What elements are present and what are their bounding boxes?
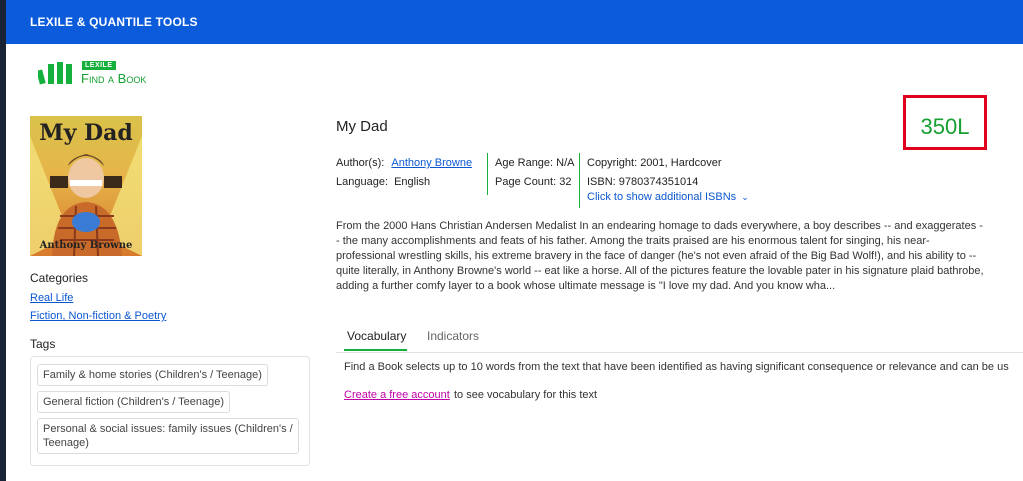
vocabulary-intro: Find a Book selects up to 10 words from … xyxy=(344,361,1009,373)
cover-author-text: Anthony Browne xyxy=(39,240,133,251)
tab-vocabulary[interactable]: Vocabulary xyxy=(347,329,406,343)
language-label: Language: xyxy=(336,176,388,188)
book-title: My Dad xyxy=(336,118,388,135)
isbn: ISBN: 9780374351014 xyxy=(587,176,699,188)
vocabulary-account-note: to see vocabulary for this text xyxy=(454,389,598,401)
show-additional-isbns-link[interactable]: Click to show additional ISBNs ⌄ xyxy=(587,191,749,203)
cover-title-text: My Dad xyxy=(39,120,133,146)
tags-heading: Tags xyxy=(30,337,56,351)
tags-panel: Family & home stories (Children's / Teen… xyxy=(30,356,310,466)
chevron-down-icon: ⌄ xyxy=(741,192,749,202)
tag-chip[interactable]: Family & home stories (Children's / Teen… xyxy=(37,364,268,386)
lexile-measure: 350L xyxy=(920,114,970,139)
age-range: Age Range: N/A xyxy=(495,157,575,169)
lexile-measure-box: 350L xyxy=(903,95,987,150)
copyright: Copyright: 2001, Hardcover xyxy=(587,157,722,169)
logo-find-a-book-label: Find a Book xyxy=(81,71,147,86)
top-header-bar: LEXILE & QUANTILE TOOLS xyxy=(6,0,1023,44)
category-link-fiction-nonfiction-poetry[interactable]: Fiction, Non-fiction & Poetry xyxy=(30,310,166,322)
category-link-real-life[interactable]: Real Life xyxy=(30,292,73,304)
logo-lexile-label: LEXILE xyxy=(82,61,116,70)
author-link[interactable]: Anthony Browne xyxy=(391,157,472,169)
tag-chip[interactable]: Personal & social issues: family issues … xyxy=(37,418,299,454)
language-row: Language: English xyxy=(336,176,430,188)
categories-heading: Categories xyxy=(30,271,89,285)
left-edge-strip xyxy=(0,0,6,481)
language-value: English xyxy=(394,176,431,188)
meta-divider xyxy=(579,153,580,208)
author-label: Author(s): xyxy=(336,157,385,169)
author-row: Author(s): Anthony Browne xyxy=(336,157,472,169)
meta-divider xyxy=(487,153,488,195)
book-description: From the 2000 Hans Christian Andersen Me… xyxy=(336,220,984,292)
create-account-link[interactable]: Create a free account xyxy=(344,389,450,401)
book-cover-image: My Dad Anthony Browne xyxy=(30,116,142,256)
tab-bar: Vocabulary Indicators xyxy=(336,320,1023,353)
tag-chip[interactable]: General fiction (Children's / Teenage) xyxy=(37,391,231,413)
show-additional-isbns-label: Click to show additional ISBNs xyxy=(587,191,737,203)
active-tab-indicator xyxy=(344,349,407,351)
books-icon xyxy=(38,62,72,85)
tab-indicators[interactable]: Indicators xyxy=(427,329,479,343)
app-title[interactable]: LEXILE & QUANTILE TOOLS xyxy=(30,15,198,29)
page-count: Page Count: 32 xyxy=(495,176,572,188)
